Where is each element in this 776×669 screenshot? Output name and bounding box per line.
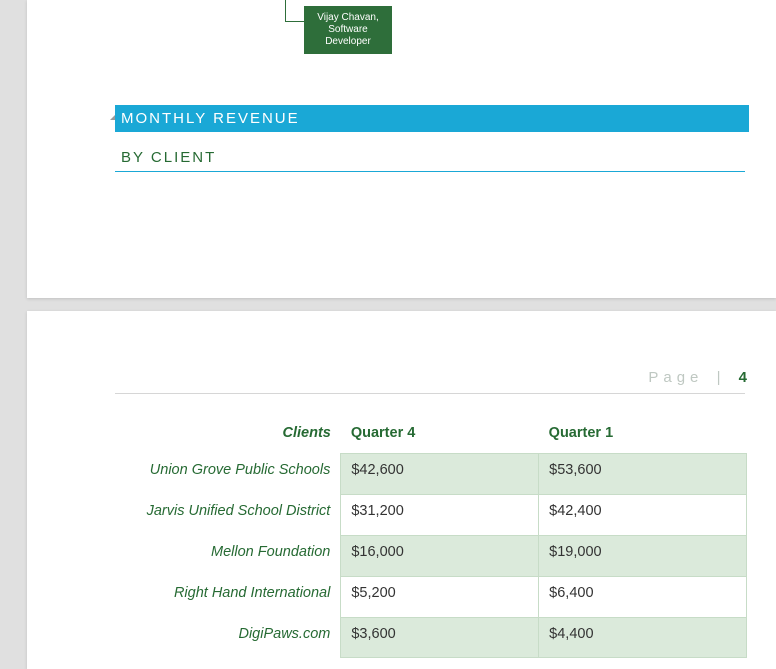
cell-q4: $5,200 — [341, 577, 539, 618]
client-name: DigiPaws.com — [115, 618, 341, 658]
cell-q4: $16,000 — [341, 536, 539, 577]
page-word: Page — [648, 369, 703, 386]
cell-q1: $53,600 — [539, 454, 747, 495]
section-subheading[interactable]: BY CLIENT — [115, 150, 745, 167]
cell-q1: $4,400 — [539, 618, 747, 658]
col-header-clients: Clients — [115, 419, 341, 454]
org-chart-node: Vijay Chavan, Software Developer — [304, 6, 392, 54]
document-page-upper[interactable]: Vijay Chavan, Software Developer MONTHLY… — [27, 0, 776, 298]
document-page-lower[interactable]: Page | 4 Clients Quarter 4 Quarter 1 Uni… — [27, 311, 776, 669]
cell-q4: $42,600 — [341, 454, 539, 495]
revenue-table: Clients Quarter 4 Quarter 1 Union Grove … — [115, 419, 747, 658]
table-row: Mellon Foundation $16,000 $19,000 — [115, 536, 747, 577]
table-row: Right Hand International $5,200 $6,400 — [115, 577, 747, 618]
cell-q1: $6,400 — [539, 577, 747, 618]
col-header-q4: Quarter 4 — [341, 419, 539, 454]
table-row: Jarvis Unified School District $31,200 $… — [115, 495, 747, 536]
table-header-row: Clients Quarter 4 Quarter 1 — [115, 419, 747, 454]
section-heading-text: MONTHLY REVENUE — [121, 110, 300, 127]
org-chart-role: Software Developer — [312, 24, 384, 48]
page-number: 4 — [739, 369, 748, 386]
client-name: Jarvis Unified School District — [115, 495, 341, 536]
header-rule — [115, 393, 745, 394]
table-row: Union Grove Public Schools $42,600 $53,6… — [115, 454, 747, 495]
page-separator: | — [717, 369, 726, 386]
client-name: Union Grove Public Schools — [115, 454, 341, 495]
client-name: Right Hand International — [115, 577, 341, 618]
cell-q4: $31,200 — [341, 495, 539, 536]
page-number-label: Page | 4 — [648, 369, 748, 386]
cell-q1: $42,400 — [539, 495, 747, 536]
section-heading-banner[interactable]: MONTHLY REVENUE — [115, 105, 749, 132]
client-name: Mellon Foundation — [115, 536, 341, 577]
cell-q1: $19,000 — [539, 536, 747, 577]
col-header-q1: Quarter 1 — [539, 419, 747, 454]
cell-q4: $3,600 — [341, 618, 539, 658]
section-subheading-wrap: BY CLIENT — [115, 150, 745, 172]
table-row: DigiPaws.com $3,600 $4,400 — [115, 618, 747, 658]
org-chart-name: Vijay Chavan, — [312, 12, 384, 24]
